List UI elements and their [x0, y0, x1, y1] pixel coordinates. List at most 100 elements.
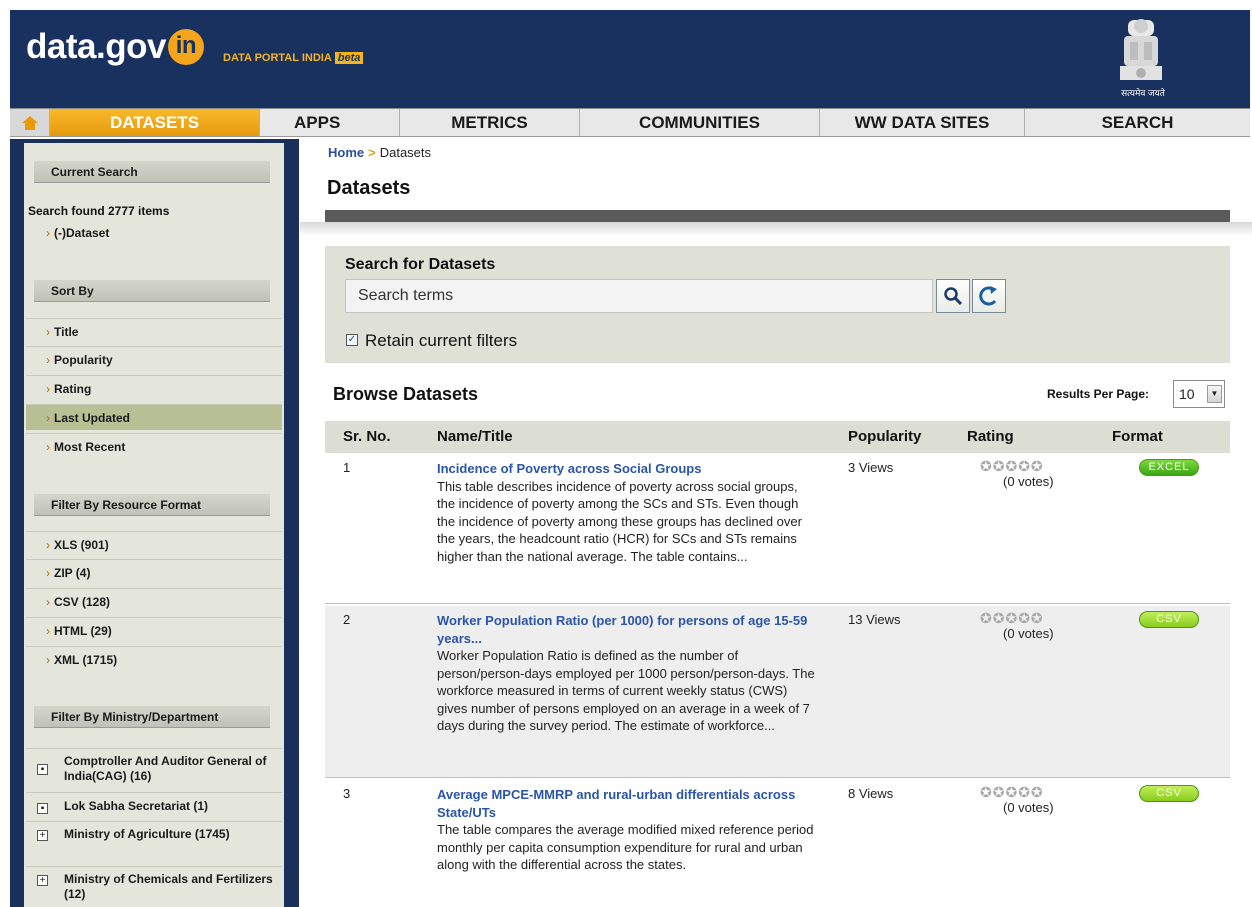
ministry-filter-heading: Filter By Ministry/Department: [34, 706, 270, 728]
search-icon: [944, 287, 963, 306]
sort-popularity[interactable]: › Popularity: [26, 346, 282, 372]
chevron-right-icon: ›: [46, 538, 50, 552]
portal-name-text: DATA PORTAL INDIA: [223, 52, 332, 64]
filter-ministry-agriculture[interactable]: + Ministry of Agriculture (1745): [26, 821, 282, 861]
search-summary: Search found 2777 items: [28, 204, 170, 218]
nav-metrics[interactable]: METRICS: [400, 109, 580, 136]
nav-home[interactable]: [10, 109, 50, 136]
chevron-right-icon: ›: [46, 411, 50, 425]
sort-title[interactable]: › Title: [26, 318, 282, 344]
dataset-description: Worker Population Ratio is defined as th…: [437, 648, 815, 733]
sort-last-updated[interactable]: › Last Updated: [26, 404, 282, 430]
collapse-toggle-icon[interactable]: ▪: [37, 803, 48, 814]
table-row: 1 Incidence of Poverty across Social Gro…: [325, 454, 1230, 604]
collapse-toggle-icon[interactable]: ▪: [37, 764, 48, 775]
nav-datasets[interactable]: DATASETS: [50, 109, 260, 136]
dataset-description: The table compares the average modified …: [437, 822, 814, 872]
portal-name: DATA PORTAL INDIA beta: [223, 52, 364, 64]
col-name-title[interactable]: Name/Title: [437, 428, 513, 445]
sort-most-recent[interactable]: › Most Recent: [26, 433, 282, 459]
sort-by-heading: Sort By: [34, 280, 270, 302]
beta-badge: beta: [334, 52, 364, 64]
format-badge-csv[interactable]: CSV: [1139, 785, 1199, 802]
logo-badge: in: [167, 29, 204, 65]
chevron-down-icon: ▼: [1207, 385, 1222, 403]
breadcrumb-separator: >: [368, 145, 376, 160]
current-search-heading: Current Search: [34, 161, 270, 183]
row-name-cell: Average MPCE-MMRP and rural-urban differ…: [437, 786, 817, 874]
format-badge-excel[interactable]: EXCEL: [1139, 459, 1199, 476]
nav-search[interactable]: SEARCH: [1025, 109, 1250, 136]
expand-toggle-icon[interactable]: +: [37, 875, 48, 886]
table-row: 2 Worker Population Ratio (per 1000) for…: [325, 606, 1230, 778]
site-header: data.gov in DATA PORTAL INDIA beta सत्यमे…: [0, 0, 1252, 108]
chevron-right-icon: ›: [46, 226, 50, 240]
sidebar-panel: Current Search Search found 2777 items ›…: [24, 143, 284, 907]
filter-ministry-lok-sabha[interactable]: ▪ Lok Sabha Secretariat (1): [26, 792, 282, 819]
chevron-right-icon: ›: [46, 624, 50, 638]
popularity-value: 3 Views: [848, 460, 894, 475]
format-badge-csv[interactable]: CSV: [1139, 611, 1199, 628]
filter-zip[interactable]: › ZIP (4): [26, 559, 282, 585]
chevron-right-icon: ›: [46, 653, 50, 667]
results-per-page-select[interactable]: 10 ▼: [1173, 380, 1225, 408]
row-number: 2: [343, 612, 351, 627]
page-title: Datasets: [327, 177, 411, 199]
refresh-icon: [979, 286, 997, 306]
sort-rating[interactable]: › Rating: [26, 375, 282, 401]
filter-xls[interactable]: › XLS (901): [26, 531, 282, 557]
dataset-description: This table describes incidence of povert…: [437, 478, 802, 564]
search-panel-title: Search for Datasets: [345, 256, 496, 273]
filter-xml[interactable]: › XML (1715): [26, 646, 282, 672]
format-filter-heading: Filter By Resource Format: [34, 494, 270, 516]
breadcrumb-home[interactable]: Home: [328, 145, 364, 160]
results-per-page-value: 10: [1179, 386, 1195, 402]
col-rating[interactable]: Rating: [967, 428, 1014, 445]
rating-stars-icon[interactable]: ✪✪✪✪✪: [980, 784, 1044, 801]
sidebar: Current Search Search found 2777 items ›…: [10, 139, 299, 907]
nav-ww-data-sites[interactable]: WW DATA SITES: [820, 109, 1025, 136]
chevron-right-icon: ›: [46, 325, 50, 339]
filter-html[interactable]: › HTML (29): [26, 617, 282, 643]
retain-filters-label: Retain current filters: [365, 331, 518, 350]
filter-csv[interactable]: › CSV (128): [26, 588, 282, 614]
rating-stars-icon[interactable]: ✪✪✪✪✪: [980, 610, 1044, 627]
divider-shadow: [300, 222, 1252, 236]
browse-title: Browse Datasets: [333, 384, 479, 404]
expand-toggle-icon[interactable]: +: [37, 830, 48, 841]
reset-search-button[interactable]: [972, 279, 1006, 313]
chevron-right-icon: ›: [46, 566, 50, 580]
popularity-value: 8 Views: [848, 786, 894, 801]
retain-filters-checkbox[interactable]: ✓: [346, 334, 358, 346]
nav-apps[interactable]: APPS: [260, 109, 400, 136]
search-button[interactable]: [936, 279, 970, 313]
dataset-title-link[interactable]: Average MPCE-MMRP and rural-urban differ…: [437, 786, 817, 821]
current-filter-dataset[interactable]: › (-)Dataset: [26, 220, 282, 246]
dataset-title-link[interactable]: Incidence of Poverty across Social Group…: [437, 460, 817, 478]
popularity-value: 13 Views: [848, 612, 901, 627]
vote-count: (0 votes): [1003, 626, 1054, 641]
row-number: 1: [343, 460, 351, 475]
filter-ministry-chemicals[interactable]: + Ministry of Chemicals and Fertilizers …: [26, 866, 282, 906]
dataset-title-link[interactable]: Worker Population Ratio (per 1000) for p…: [437, 612, 817, 647]
search-panel: Search for Datasets ✓ Retain current fil…: [325, 246, 1230, 363]
breadcrumb-current: Datasets: [379, 145, 432, 160]
filter-ministry-cag[interactable]: ▪ Comptroller And Auditor General of Ind…: [26, 748, 282, 788]
vote-count: (0 votes): [1003, 474, 1054, 489]
col-format[interactable]: Format: [1112, 428, 1163, 445]
table-row: 3 Average MPCE-MMRP and rural-urban diff…: [325, 780, 1230, 907]
vote-count: (0 votes): [1003, 800, 1054, 815]
col-popularity[interactable]: Popularity: [848, 428, 921, 445]
site-logo[interactable]: data.gov in: [26, 27, 204, 67]
rating-stars-icon[interactable]: ✪✪✪✪✪: [980, 458, 1044, 475]
home-icon: [21, 115, 38, 130]
search-input[interactable]: [345, 279, 933, 313]
col-sr-no[interactable]: Sr. No.: [343, 428, 391, 445]
row-name-cell: Worker Population Ratio (per 1000) for p…: [437, 612, 817, 735]
nav-communities[interactable]: COMMUNITIES: [580, 109, 820, 136]
breadcrumb: Home > Datasets: [328, 145, 431, 160]
chevron-right-icon: ›: [46, 353, 50, 367]
chevron-right-icon: ›: [46, 595, 50, 609]
row-number: 3: [343, 786, 351, 801]
title-divider: [325, 210, 1230, 222]
